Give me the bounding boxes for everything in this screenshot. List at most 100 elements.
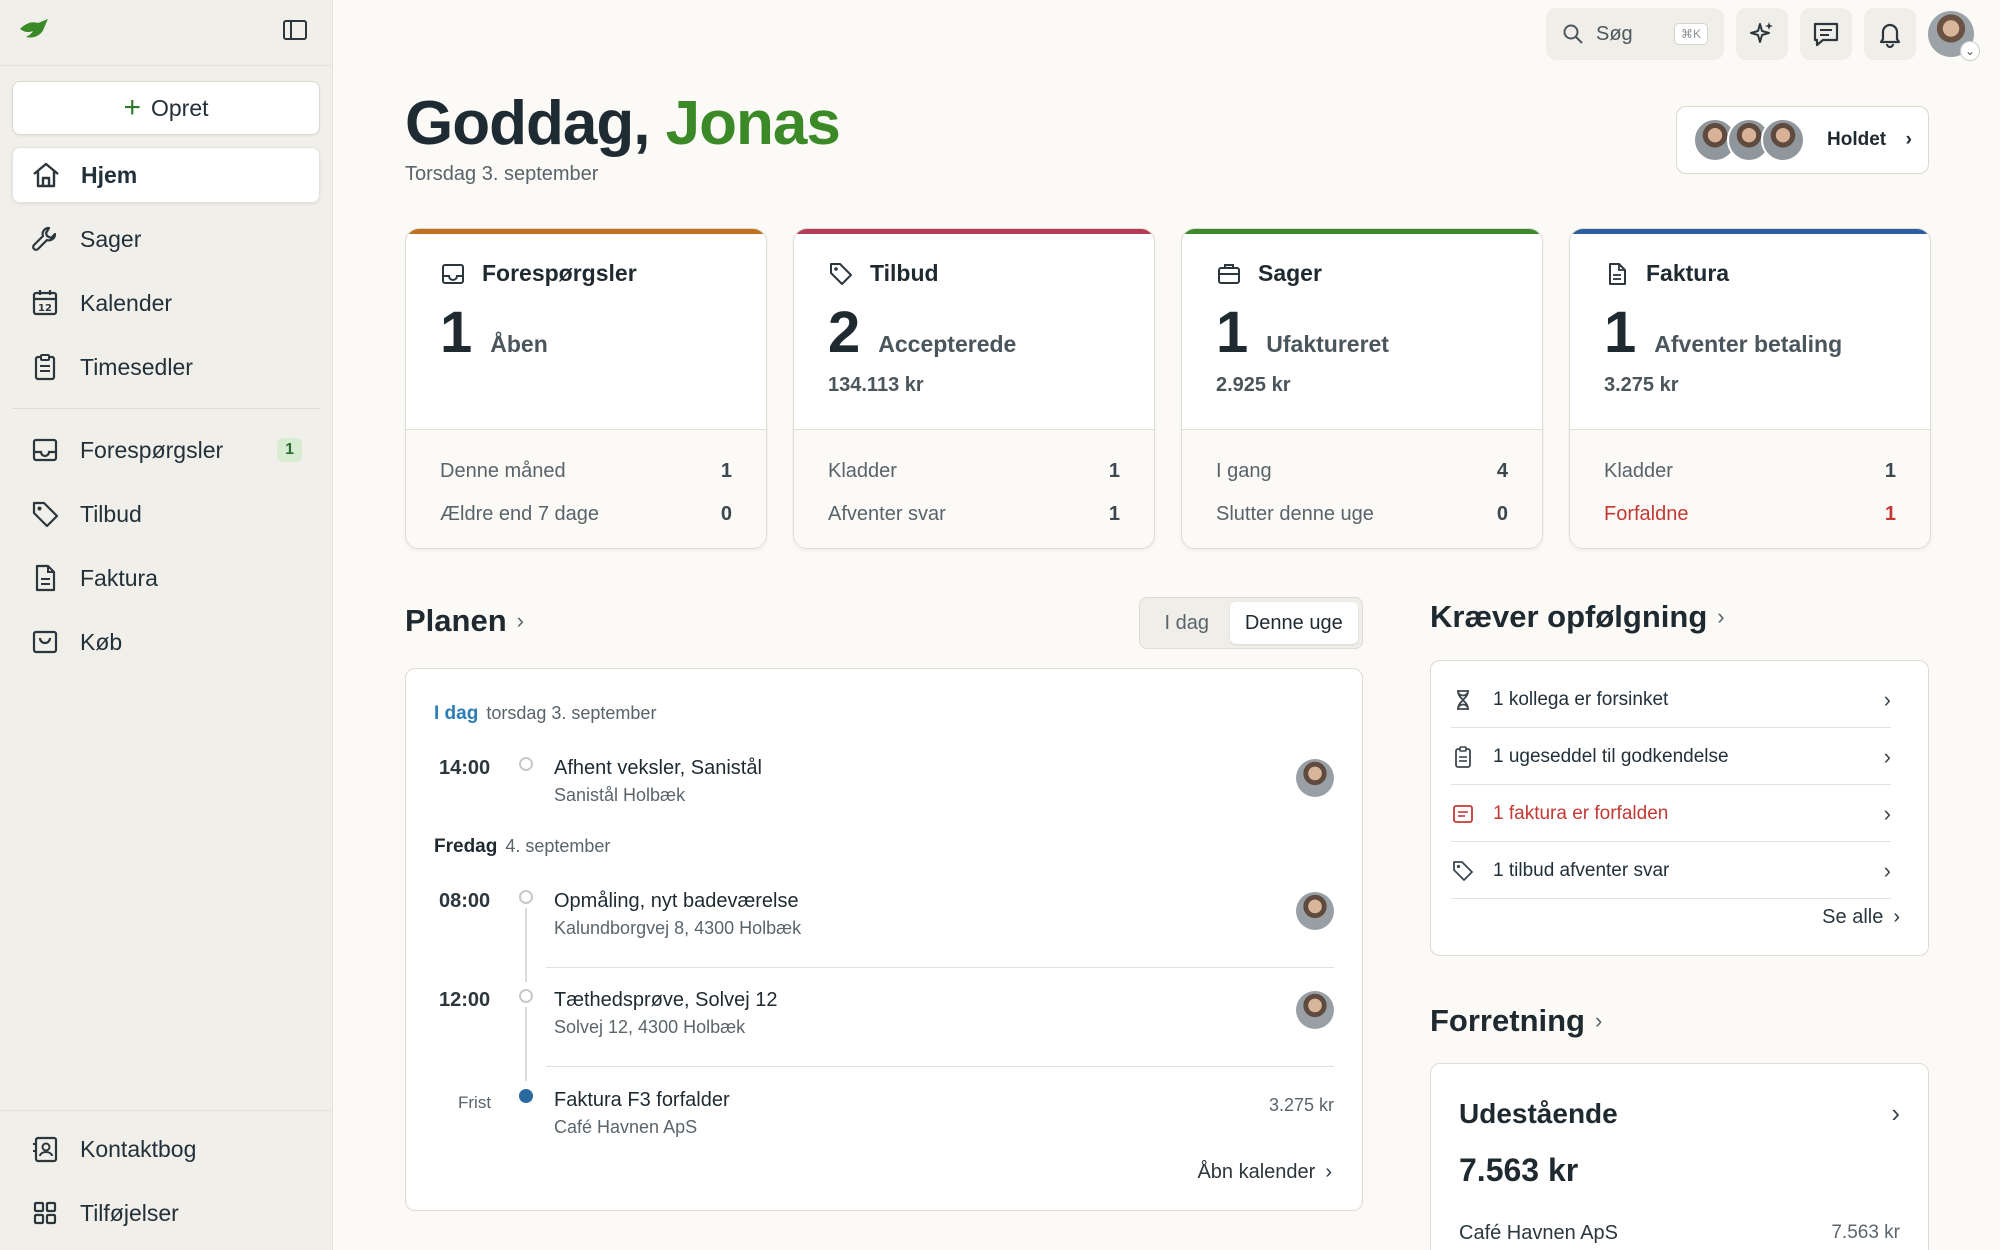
sidebar-item-tilfojelser[interactable]: Tilføjelser — [12, 1185, 320, 1241]
inquiries-count-badge: 1 — [277, 438, 302, 462]
sidebar-toggle-icon[interactable] — [282, 19, 308, 46]
outstanding-title: Udestående — [1459, 1098, 1618, 1129]
ai-assistant-button[interactable] — [1736, 8, 1788, 60]
card-foresporgsler[interactable]: Forespørgsler 1 Åben Denne måned 1 Ældre … — [405, 228, 767, 549]
hourglass-icon — [1457, 689, 1469, 710]
plan-range-toggle: I dag Denne uge — [1139, 597, 1363, 649]
event-status-dot — [519, 890, 533, 904]
card-breakdown: Kladder 1 Afventer svar 1 — [794, 429, 1154, 548]
card-count-label: Afventer betaling — [1654, 331, 1843, 357]
card-title: Forespørgsler — [482, 260, 637, 286]
sidebar-item-kalender[interactable]: 12 Kalender — [12, 275, 320, 331]
card-row: Slutter denne uge 0 — [1216, 503, 1508, 525]
card-faktura[interactable]: Faktura 1 Afventer betaling 3.275 kr Kla… — [1569, 228, 1931, 549]
chevron-right-icon: › — [1893, 906, 1900, 928]
deadline-amount: 3.275 kr — [1268, 1095, 1334, 1115]
plan-event[interactable]: 12:00 Tæthedsprøve, Solvej 12 Solvej 12,… — [434, 981, 1334, 1081]
sidebar-divider — [12, 408, 320, 409]
plus-icon: + — [123, 91, 141, 124]
sidebar-item-faktura[interactable]: Faktura — [12, 550, 320, 606]
plan-event[interactable]: 14:00 Afhent veksler, Sanistål Sanistål … — [434, 749, 1334, 835]
sidebar-item-tilbud[interactable]: Tilbud — [12, 486, 320, 542]
card-row: Afventer svar 1 — [828, 503, 1120, 525]
search-icon — [1563, 24, 1583, 44]
svg-text:12: 12 — [38, 303, 52, 314]
card-count: 1 — [440, 300, 473, 365]
followup-item-overdue-invoice[interactable]: 1 faktura er forfalden › — [1451, 786, 1891, 842]
sidebar-nav-sales: Forespørgsler 1 Tilbud Faktura Køb — [12, 422, 320, 678]
followup-item-timesheet[interactable]: 1 ugeseddel til godkendelse › — [1451, 729, 1891, 785]
create-button[interactable]: + Opret — [12, 81, 320, 135]
card-row: Ældre end 7 dage 0 — [440, 503, 732, 525]
bell-icon — [1879, 23, 1901, 49]
document-icon — [1609, 262, 1626, 285]
chevron-right-icon: › — [516, 608, 524, 633]
clipboard-icon — [1455, 745, 1471, 768]
day-header-friday: Fredag 4. september — [434, 836, 611, 857]
card-breakdown: I gang 4 Slutter denne uge 0 — [1182, 429, 1542, 548]
purchase-icon — [32, 630, 58, 654]
divider — [546, 967, 1334, 968]
timeline-line — [525, 1007, 527, 1081]
outstanding-card[interactable]: Udestående › 7.563 kr Café Havnen ApS 7.… — [1430, 1063, 1929, 1250]
search-label: Søg — [1596, 22, 1633, 45]
card-count-label: Åben — [490, 331, 548, 357]
followup-section-title[interactable]: Kræver opfølgning › — [1430, 599, 1725, 635]
plan-deadline[interactable]: Frist Faktura F3 forfalder Café Havnen A… — [434, 1081, 1334, 1167]
notifications-button[interactable] — [1864, 8, 1916, 60]
create-button-label: Opret — [151, 94, 209, 121]
tag-icon — [32, 501, 59, 528]
tab-this-week[interactable]: Denne uge — [1229, 602, 1358, 644]
contacts-icon — [33, 1136, 58, 1163]
inbox-icon — [32, 438, 58, 462]
plan-panel: I dag torsdag 3. september 14:00 Afhent v… — [405, 668, 1363, 1211]
wrench-icon — [32, 226, 57, 251]
team-button[interactable]: Holdet › — [1676, 106, 1929, 174]
plan-event[interactable]: 08:00 Opmåling, nyt badeværelse Kalundbo… — [434, 882, 1334, 982]
sidebar-item-kontaktbog[interactable]: Kontaktbog — [12, 1121, 320, 1177]
messages-button[interactable] — [1800, 8, 1852, 60]
card-title: Faktura — [1646, 260, 1730, 286]
card-title: Sager — [1258, 260, 1322, 286]
event-status-dot — [519, 757, 533, 771]
avatar — [1296, 759, 1334, 797]
followup-item-late-colleague[interactable]: 1 kollega er forsinket › — [1451, 672, 1891, 728]
tag-icon — [1453, 860, 1473, 881]
card-count-label: Accepterede — [878, 331, 1017, 357]
briefcase-icon — [1218, 263, 1240, 284]
card-sager[interactable]: Sager 1 Ufaktureret 2.925 kr I gang 4 Slu… — [1181, 228, 1543, 549]
search-button[interactable]: Søg ⌘K — [1546, 8, 1724, 60]
sidebar-item-foresporgsler[interactable]: Forespørgsler 1 — [12, 422, 320, 478]
sidebar-item-kob[interactable]: Køb — [12, 614, 320, 670]
logo-icon[interactable] — [18, 17, 52, 48]
card-count-label: Ufaktureret — [1266, 331, 1389, 357]
sidebar-item-timesedler[interactable]: Timesedler — [12, 339, 320, 395]
sidebar-item-sager[interactable]: Sager — [12, 211, 320, 267]
followup-panel: 1 kollega er forsinket › 1 ugeseddel til… — [1430, 660, 1929, 956]
open-calendar-link[interactable]: Åbn kalender › — [1197, 1161, 1332, 1184]
chevron-right-icon: › — [1883, 857, 1891, 883]
card-tilbud[interactable]: Tilbud 2 Accepterede 134.113 kr Kladder 1… — [793, 228, 1155, 549]
plan-section-title[interactable]: Planen › — [405, 603, 524, 639]
see-all-link[interactable]: Se alle › — [1822, 906, 1900, 929]
event-status-dot — [519, 989, 533, 1003]
home-icon — [33, 162, 59, 188]
chevron-right-icon: › — [1891, 1098, 1900, 1128]
sidebar-nav-bottom: Kontaktbog Tilføjelser — [12, 1121, 320, 1241]
chevron-right-icon: › — [1883, 686, 1891, 712]
followup-item-quote[interactable]: 1 tilbud afventer svar › — [1451, 843, 1891, 899]
inbox-icon — [442, 263, 464, 284]
tab-today[interactable]: I dag — [1144, 612, 1230, 635]
sidebar-footer: Kontaktbog Tilføjelser — [0, 1110, 332, 1249]
deadline-dot — [519, 1089, 533, 1103]
user-avatar-menu[interactable]: ⌄ — [1928, 11, 1980, 61]
sidebar-item-hjem[interactable]: Hjem — [12, 147, 320, 203]
timeline-line — [525, 908, 527, 982]
day-header-today: I dag torsdag 3. september — [434, 703, 657, 724]
card-breakdown: Kladder 1 Forfaldne 1 — [1570, 429, 1930, 548]
business-section-title[interactable]: Forretning › — [1430, 1003, 1602, 1039]
card-row-overdue: Forfaldne 1 — [1604, 503, 1896, 525]
document-icon — [35, 564, 56, 592]
sparkle-icon — [1750, 22, 1773, 43]
card-breakdown: Denne måned 1 Ældre end 7 dage 0 — [406, 429, 766, 548]
